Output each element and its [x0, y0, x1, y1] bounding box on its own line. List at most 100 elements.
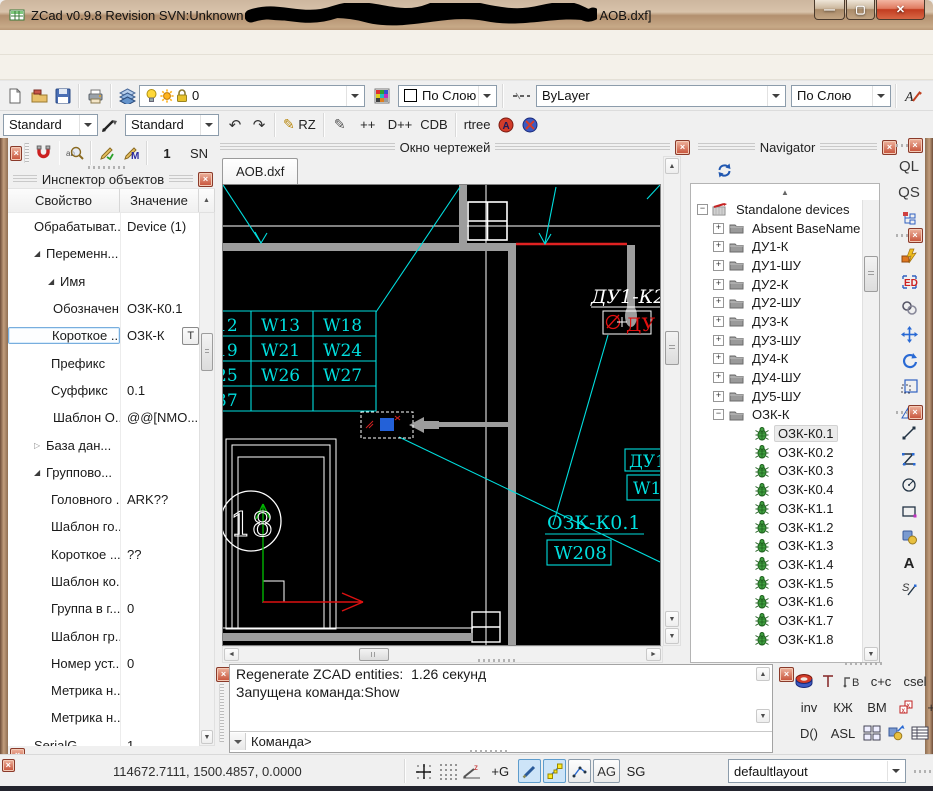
- property-row[interactable]: Головного ... ARK??T: [8, 486, 199, 513]
- checkbox-pair-icon[interactable]: xx: [894, 695, 918, 719]
- property-row[interactable]: Имя T: [8, 268, 199, 295]
- property-row[interactable]: Группа в г... 0T: [8, 595, 199, 622]
- property-row[interactable]: Переменн... T: [8, 240, 199, 267]
- toolbar-close-button[interactable]: ×: [908, 405, 923, 420]
- csel-button[interactable]: csel: [898, 669, 932, 693]
- expander-icon[interactable]: [34, 468, 46, 477]
- toolbar-close-button[interactable]: ×: [908, 228, 923, 243]
- scrollbar-thumb[interactable]: [201, 333, 213, 371]
- kzh-button[interactable]: КЖ: [826, 695, 860, 719]
- draw-polyline-icon[interactable]: [897, 447, 921, 471]
- tree-expander[interactable]: [713, 372, 724, 383]
- ortho-z-icon[interactable]: z: [460, 759, 484, 783]
- property-row[interactable]: Короткое ... ОЗК-КT: [8, 322, 199, 349]
- tree-expander[interactable]: [713, 297, 724, 308]
- property-row[interactable]: Группово... T: [8, 459, 199, 486]
- tree-item[interactable]: ДУ3-К: [691, 312, 879, 331]
- tree-expander[interactable]: [713, 316, 724, 327]
- statusbar-close-button[interactable]: ×: [2, 759, 15, 772]
- maximize-button[interactable]: ▢: [846, 0, 875, 20]
- toolbar-grip[interactable]: [896, 411, 908, 414]
- property-row[interactable]: Короткое ... ??T: [8, 541, 199, 568]
- toolbar-close-button[interactable]: ×: [908, 138, 923, 153]
- tree-item[interactable]: ДУ2-К: [691, 275, 879, 294]
- property-row[interactable]: Метрика н... T: [8, 704, 199, 731]
- inv-button[interactable]: inv: [792, 695, 826, 719]
- command-prompt[interactable]: Команда>: [246, 734, 312, 749]
- d-paren-button[interactable]: D(): [792, 721, 826, 745]
- corner-b-icon[interactable]: B: [840, 669, 864, 693]
- tree-item[interactable]: ДУ4-К: [691, 350, 879, 369]
- style-edit-button[interactable]: [98, 113, 122, 137]
- property-row[interactable]: Номер уст... 0T: [8, 650, 199, 677]
- select-rect-icon[interactable]: [897, 374, 921, 398]
- scroll-down-icon[interactable]: ▼: [756, 709, 770, 723]
- print-button[interactable]: [83, 84, 107, 108]
- navigator-header[interactable]: Navigator ×: [693, 138, 897, 156]
- menu-item[interactable]: [54, 39, 78, 45]
- menu-item[interactable]: [150, 39, 174, 45]
- tree-expander[interactable]: [713, 409, 724, 420]
- dim-style-combo[interactable]: Standard: [3, 114, 98, 136]
- snap-grid-icon[interactable]: [412, 759, 436, 783]
- cdb-button[interactable]: CDB: [416, 113, 451, 137]
- save-button[interactable]: [51, 84, 75, 108]
- column-value[interactable]: Значение: [120, 189, 199, 213]
- drawing-window-close-button[interactable]: ×: [675, 140, 690, 155]
- scrollbar-thumb[interactable]: [359, 648, 389, 661]
- tree-expander[interactable]: [713, 335, 724, 346]
- tree-expander[interactable]: [713, 353, 724, 364]
- minimize-button[interactable]: —: [814, 0, 845, 20]
- menu-item[interactable]: [54, 64, 78, 70]
- linetype-combo[interactable]: ByLayer: [536, 85, 786, 107]
- property-row[interactable]: Метрика н... T: [8, 677, 199, 704]
- tree-expander[interactable]: [713, 241, 724, 252]
- pin-icon[interactable]: [816, 669, 840, 693]
- cad-walls[interactable]: [223, 185, 637, 645]
- move-icon[interactable]: [897, 322, 921, 346]
- tree-item[interactable]: ОЗК-К: [691, 406, 879, 425]
- blue-sphere-x-button[interactable]: [518, 113, 542, 137]
- layers-button[interactable]: [115, 84, 139, 108]
- tree-item[interactable]: ДУ3-ШУ: [691, 331, 879, 350]
- edit-check-button[interactable]: [95, 141, 119, 165]
- ql-button[interactable]: QL: [897, 154, 921, 178]
- dock-handle[interactable]: [470, 750, 508, 753]
- plus-plus-button[interactable]: ++: [352, 113, 384, 137]
- console-grip[interactable]: [219, 684, 224, 742]
- draw-spline-icon[interactable]: S: [897, 577, 921, 601]
- canvas-vscrollbar[interactable]: ▲ ▼ ▼: [663, 156, 681, 646]
- magnet-3d-icon[interactable]: [792, 669, 816, 693]
- tree-expander[interactable]: [713, 223, 724, 234]
- structure-tree-button[interactable]: [897, 206, 921, 230]
- scroll-down-icon[interactable]: ▼: [201, 730, 213, 744]
- menu-item[interactable]: [30, 64, 54, 70]
- property-row[interactable]: SerialG... 1T: [8, 732, 199, 746]
- draw-pencil-button[interactable]: ✎: [328, 113, 352, 137]
- navigator-scrollbar[interactable]: ▼: [862, 200, 879, 662]
- qs-button[interactable]: QS: [897, 180, 921, 204]
- edit-m-button[interactable]: M: [119, 141, 143, 165]
- menu-item[interactable]: [102, 39, 126, 45]
- plus-g-toggle[interactable]: +G: [484, 759, 516, 783]
- cad-wire-table-text[interactable]: 12W13W18 19W21W24 25W26W27 37: [223, 316, 362, 411]
- property-row[interactable]: Шаблон ко... T: [8, 568, 199, 595]
- property-row[interactable]: База дан... T: [8, 431, 199, 458]
- sn-button[interactable]: SN: [183, 141, 215, 165]
- open-file-button[interactable]: [27, 84, 51, 108]
- snap-1-button[interactable]: 1: [151, 141, 183, 165]
- undo-button[interactable]: ↶: [223, 113, 247, 137]
- dock-handle[interactable]: [845, 662, 883, 665]
- close-button[interactable]: ✕: [876, 0, 925, 20]
- inspector-close-button[interactable]: ×: [198, 172, 213, 187]
- osnap-toggle[interactable]: [543, 759, 566, 783]
- rtree-button[interactable]: rtree: [460, 113, 495, 137]
- tree-item[interactable]: ОЗК-К1.8: [691, 630, 879, 649]
- link-icon[interactable]: [897, 296, 921, 320]
- menu-item[interactable]: [198, 39, 222, 45]
- tree-item[interactable]: ОЗК-К1.5: [691, 574, 879, 593]
- draw-mode-toggle[interactable]: [518, 759, 541, 783]
- expander-icon[interactable]: [34, 249, 46, 258]
- menu-item[interactable]: [174, 39, 198, 45]
- menu-item[interactable]: [270, 39, 294, 45]
